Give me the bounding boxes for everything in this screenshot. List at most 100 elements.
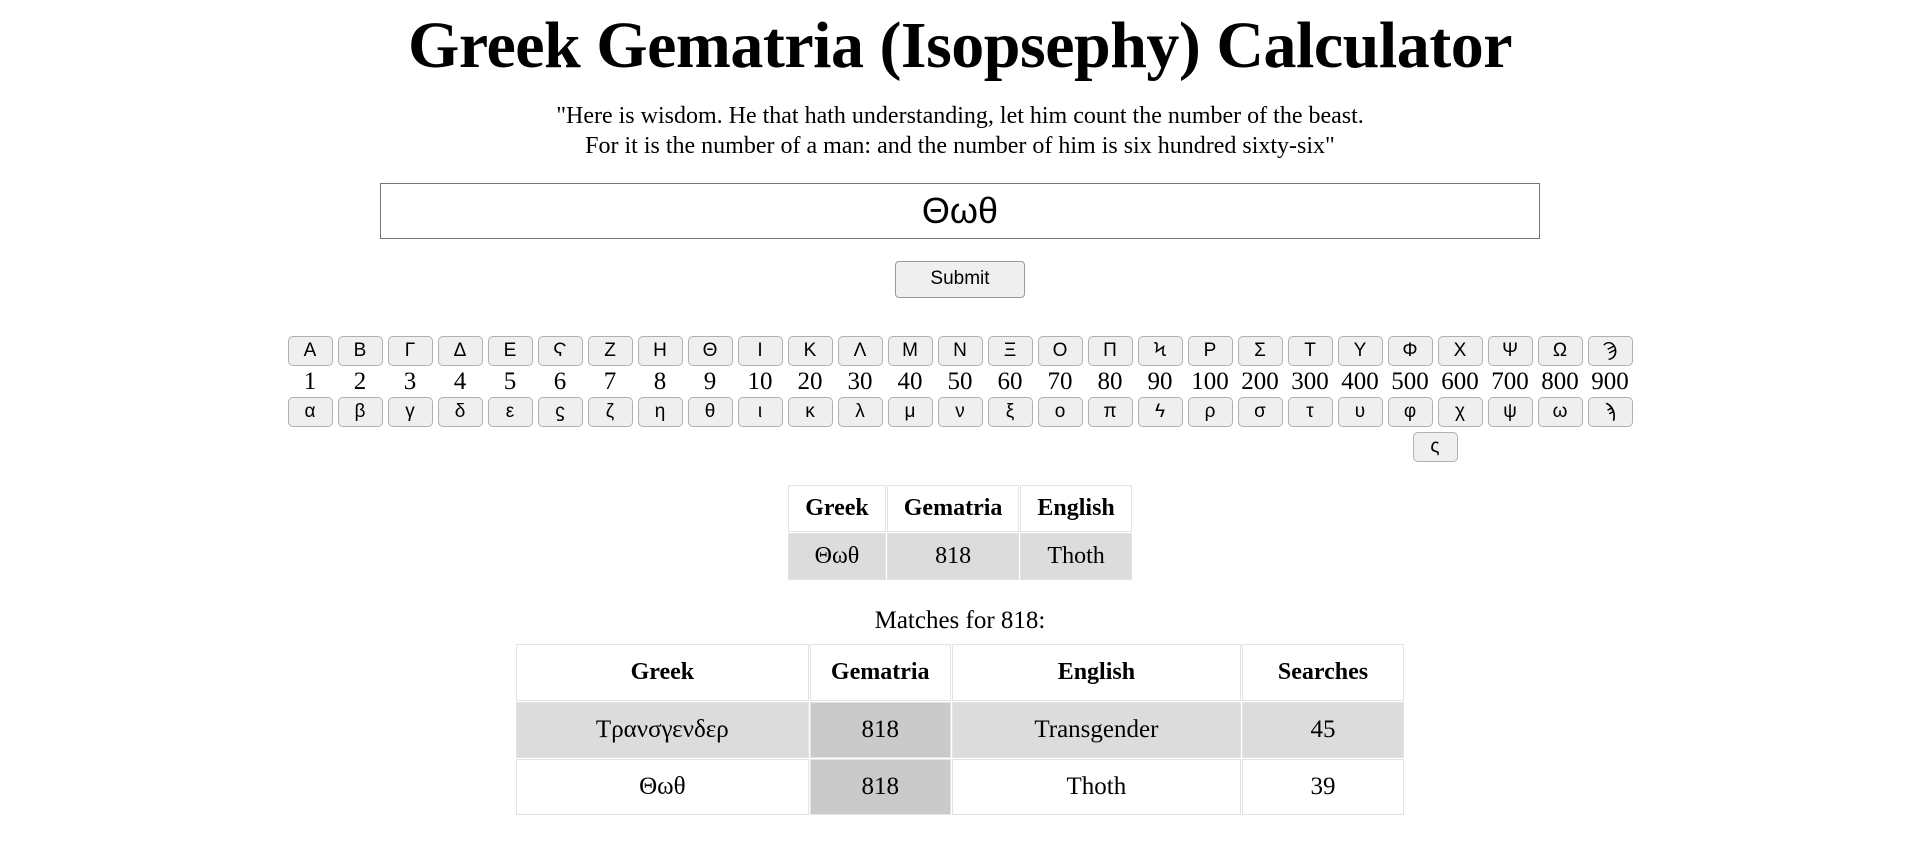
alphabet-key-upper-7[interactable]: Η [637, 336, 683, 367]
alphabet-key-lower-8[interactable]: θ [687, 397, 733, 428]
alphabet-value-24: 700 [1491, 368, 1529, 396]
alphabet-key-lower-11[interactable]: λ [837, 397, 883, 428]
matches-header-gematria: Gematria [809, 644, 951, 702]
final-row-spacer [1163, 432, 1208, 462]
alphabet-key-lower-16[interactable]: π [1087, 397, 1133, 428]
alphabet-key-lower-22[interactable]: φ [1387, 397, 1433, 428]
alphabet-value-17: 90 [1147, 368, 1173, 396]
alphabet-value-6: 7 [603, 368, 617, 396]
result-header-greek: Greek [788, 485, 886, 533]
page-title: Greek Gematria (Isopsephy) Calculator [408, 9, 1512, 82]
alphabet-key-upper-6[interactable]: Ζ [587, 336, 633, 367]
alphabet-key-upper-12[interactable]: Μ [887, 336, 933, 367]
alphabet-key-upper-9[interactable]: Ι [737, 336, 783, 367]
alphabet-key-lower-26[interactable]: ϡ [1587, 397, 1633, 428]
alphabet-key-upper-14[interactable]: Ξ [987, 336, 1033, 367]
alphabet-key-lower-20[interactable]: τ [1287, 397, 1333, 428]
alphabet-value-2: 3 [403, 368, 417, 396]
alphabet-key-lower-25[interactable]: ω [1537, 397, 1583, 428]
alphabet-key-lower-12[interactable]: μ [887, 397, 933, 428]
alphabet-value-0: 1 [303, 368, 317, 396]
matches-table: Greek Gematria English Searches Τρανσγεν… [515, 643, 1405, 816]
alphabet-key-lower-24[interactable]: ψ [1487, 397, 1533, 428]
alphabet-key-lower-15[interactable]: ο [1037, 397, 1083, 428]
alphabet-key-lower-1[interactable]: β [337, 397, 383, 428]
alphabet-key-lower-17[interactable]: ϟ [1137, 397, 1183, 428]
final-row-spacer [513, 432, 558, 462]
matches-table-container: Greek Gematria English Searches Τρανσγεν… [0, 635, 1920, 816]
greek-word-input[interactable] [380, 183, 1540, 240]
alphabet-key-upper-23[interactable]: Χ [1437, 336, 1483, 367]
alphabet-key-lower-4[interactable]: ε [487, 397, 533, 428]
alphabet-key-lower-9[interactable]: ι [737, 397, 783, 428]
submit-container: Submit [0, 239, 1920, 299]
alphabet-value-3: 4 [453, 368, 467, 396]
alphabet-value-14: 60 [997, 368, 1023, 396]
alphabet-key-lower-21[interactable]: υ [1337, 397, 1383, 428]
matches-cell-greek: Τρανσγενδερ [516, 702, 809, 759]
matches-cell-gematria: 818 [809, 759, 951, 816]
alphabet-key-upper-26[interactable]: Ϡ [1587, 336, 1633, 367]
alphabet-key-upper-17[interactable]: Ϟ [1137, 336, 1183, 367]
alphabet-key-upper-8[interactable]: Θ [687, 336, 733, 367]
alphabet-key-upper-25[interactable]: Ω [1537, 336, 1583, 367]
alphabet-key-upper-10[interactable]: Κ [787, 336, 833, 367]
alphabet-key-upper-3[interactable]: Δ [437, 336, 483, 367]
alphabet-key-upper-0[interactable]: Α [287, 336, 333, 367]
alphabet-key-lower-19[interactable]: σ [1237, 397, 1283, 428]
result-cell-english: Thoth [1020, 533, 1132, 581]
result-table-container: Greek Gematria English Θωθ 818 Thoth [0, 462, 1920, 581]
alphabet-key-lower-0[interactable]: α [287, 397, 333, 428]
alphabet-key-lower-7[interactable]: η [637, 397, 683, 428]
final-row-spacer [463, 432, 508, 462]
alphabet-key-final-sigma[interactable]: ς [1412, 432, 1458, 463]
alphabet-value-16: 80 [1097, 368, 1123, 396]
final-sigma-row: ς [265, 427, 1655, 463]
final-row-spacer [1213, 432, 1258, 462]
result-cell-greek: Θωθ [788, 533, 886, 581]
alphabet-value-10: 20 [797, 368, 823, 396]
alphabet-key-lower-5[interactable]: ϛ [537, 397, 583, 428]
matches-table-body: Τρανσγενδερ 818 Transgender 45 Θωθ 818 Thoth 39 [516, 702, 1404, 816]
table-row: Τρανσγενδερ 818 Transgender 45 [516, 702, 1404, 759]
final-row-spacer [913, 432, 958, 462]
alphabet-key-lower-6[interactable]: ζ [587, 397, 633, 428]
alphabet-key-upper-2[interactable]: Γ [387, 336, 433, 367]
matches-cell-english: Transgender [951, 702, 1241, 759]
alphabet-key-lower-18[interactable]: ρ [1187, 397, 1233, 428]
alphabet-key-upper-20[interactable]: Τ [1287, 336, 1333, 367]
alphabet-key-upper-5[interactable]: Ϛ [537, 336, 583, 367]
final-row-spacer [613, 432, 658, 462]
final-row-spacer [713, 432, 758, 462]
alphabet-key-upper-13[interactable]: Ν [937, 336, 983, 367]
alphabet-key-upper-16[interactable]: Π [1087, 336, 1133, 367]
alphabet-key-upper-22[interactable]: Φ [1387, 336, 1433, 367]
alphabet-key-upper-18[interactable]: Ρ [1187, 336, 1233, 367]
matches-header-greek: Greek [516, 644, 809, 702]
alphabet-value-18: 100 [1191, 368, 1229, 396]
page-subtitle: "Here is wisdom. He that hath understand… [0, 84, 1920, 162]
result-header-gematria: Gematria [886, 485, 1020, 533]
alphabet-value-15: 70 [1047, 368, 1073, 396]
matches-cell-searches: 39 [1242, 759, 1404, 816]
alphabet-key-upper-21[interactable]: Υ [1337, 336, 1383, 367]
submit-button[interactable]: Submit [895, 261, 1025, 299]
alphabet-key-lower-13[interactable]: ν [937, 397, 983, 428]
result-table-header-row: Greek Gematria English [788, 485, 1132, 533]
alphabet-key-upper-1[interactable]: Β [337, 336, 383, 367]
alphabet-key-lower-23[interactable]: χ [1437, 397, 1483, 428]
alphabet-value-1: 2 [353, 368, 367, 396]
alphabet-key-upper-11[interactable]: Λ [837, 336, 883, 367]
alphabet-key-upper-19[interactable]: Σ [1237, 336, 1283, 367]
matches-label: Matches for 818: [874, 607, 1046, 635]
alphabet-key-upper-24[interactable]: Ψ [1487, 336, 1533, 367]
final-row-spacer [1063, 432, 1108, 462]
alphabet-key-upper-15[interactable]: Ο [1037, 336, 1083, 367]
alphabet-key-lower-14[interactable]: ξ [987, 397, 1033, 428]
alphabet-value-12: 40 [897, 368, 923, 396]
alphabet-value-7: 8 [653, 368, 667, 396]
alphabet-key-upper-4[interactable]: Ε [487, 336, 533, 367]
alphabet-key-lower-2[interactable]: γ [387, 397, 433, 428]
alphabet-key-lower-3[interactable]: δ [437, 397, 483, 428]
alphabet-key-lower-10[interactable]: κ [787, 397, 833, 428]
